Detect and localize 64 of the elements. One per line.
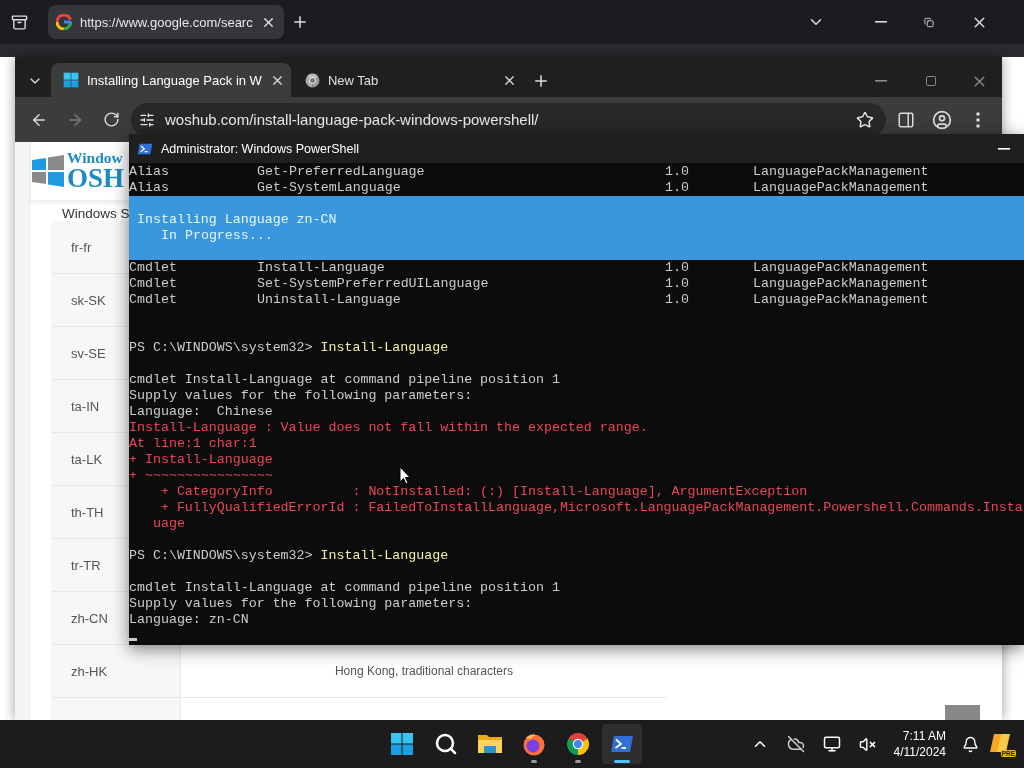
minimize-icon: [875, 21, 887, 23]
console-cell-text: Cmdlet: [129, 292, 178, 308]
running-indicator: [614, 760, 630, 763]
console-cell-text: LanguagePackManagement: [753, 292, 930, 308]
firefox-icon: [522, 732, 546, 756]
console-cell-text: Uninstall-Language: [257, 292, 402, 308]
cloud-off-icon: [786, 735, 805, 753]
console-cell-text: 1.0: [665, 292, 690, 308]
console-cell-text: Get-SystemLanguage: [257, 180, 402, 196]
minimize-icon: [875, 80, 887, 82]
minimize-icon: [998, 147, 1010, 150]
console-cell-text: LanguagePackManagement: [753, 180, 930, 196]
console-cell-text: Set-SystemPreferredUILanguage: [257, 276, 490, 292]
console-cell-text: Alias: [129, 164, 170, 180]
speaker-muted-icon: [859, 735, 876, 753]
text-cursor: [129, 638, 137, 641]
window-title: Administrator: Windows PowerShell: [161, 141, 359, 156]
running-indicator: [575, 760, 581, 763]
console-command: Install-Language: [320, 340, 449, 355]
bookmark-star-icon[interactable]: [856, 110, 874, 129]
network-icon: [822, 735, 841, 753]
console-cell-text: 1.0: [665, 260, 690, 276]
reload-icon: [102, 111, 120, 128]
profile-icon: [932, 109, 952, 130]
running-indicator: [531, 760, 537, 763]
browser-tab[interactable]: https://www.google.com/searc: [48, 5, 284, 39]
windows-logo-icon: [31, 155, 65, 187]
clock[interactable]: 7:11 AM 4/11/2024: [887, 728, 952, 760]
console-cell-text: 1.0: [665, 276, 690, 292]
logo-text: OSH: [67, 165, 125, 193]
table-cell: zh-HK: [51, 645, 181, 697]
windows-logo-icon: [390, 732, 414, 756]
console-cell-text: Cmdlet: [129, 260, 178, 276]
console-cell-text: LanguagePackManagement: [753, 164, 930, 180]
maximize-icon: [925, 75, 937, 87]
browser-tab[interactable]: Installing Language Pack in W: [51, 63, 291, 97]
tray-icon: [10, 13, 28, 31]
console-cell-text: LanguagePackManagement: [753, 260, 930, 276]
console-command: Install-Language: [320, 548, 449, 563]
windows-logo-icon: [63, 72, 79, 88]
console-cell-text: LanguagePackManagement: [753, 276, 930, 292]
search-icon: [434, 732, 458, 756]
restore-icon: [924, 15, 934, 29]
side-panel-icon: [897, 110, 915, 129]
console-cell-text: Cmdlet: [129, 276, 178, 292]
console-cell-text: Install-Language: [257, 260, 386, 276]
menu-icon: [976, 111, 980, 128]
mouse-pointer-icon: [399, 466, 411, 485]
taskbar-app-button[interactable]: [602, 724, 642, 764]
section-heading: Windows S: [62, 206, 130, 221]
address-bar[interactable]: woshub.com/install-language-pack-windows-powershell/: [131, 102, 886, 137]
console-cell-text: Alias: [129, 180, 170, 196]
table-cell-text: Hong Kong, traditional characters: [333, 663, 515, 680]
bell-icon: [961, 735, 979, 753]
console-cell-text: Get-PreferredLanguage: [257, 164, 426, 180]
console-cell-text: 1.0: [665, 164, 690, 180]
google-icon: [56, 14, 72, 30]
site-settings-icon[interactable]: [139, 111, 155, 128]
logo-text: Window: [67, 149, 124, 166]
console-cell-text: 1.0: [665, 180, 690, 196]
chrome-icon: [566, 732, 590, 756]
browser-tab[interactable]: New Tab: [292, 63, 523, 97]
folder-icon: [477, 732, 503, 756]
chrome-icon: [304, 72, 320, 88]
